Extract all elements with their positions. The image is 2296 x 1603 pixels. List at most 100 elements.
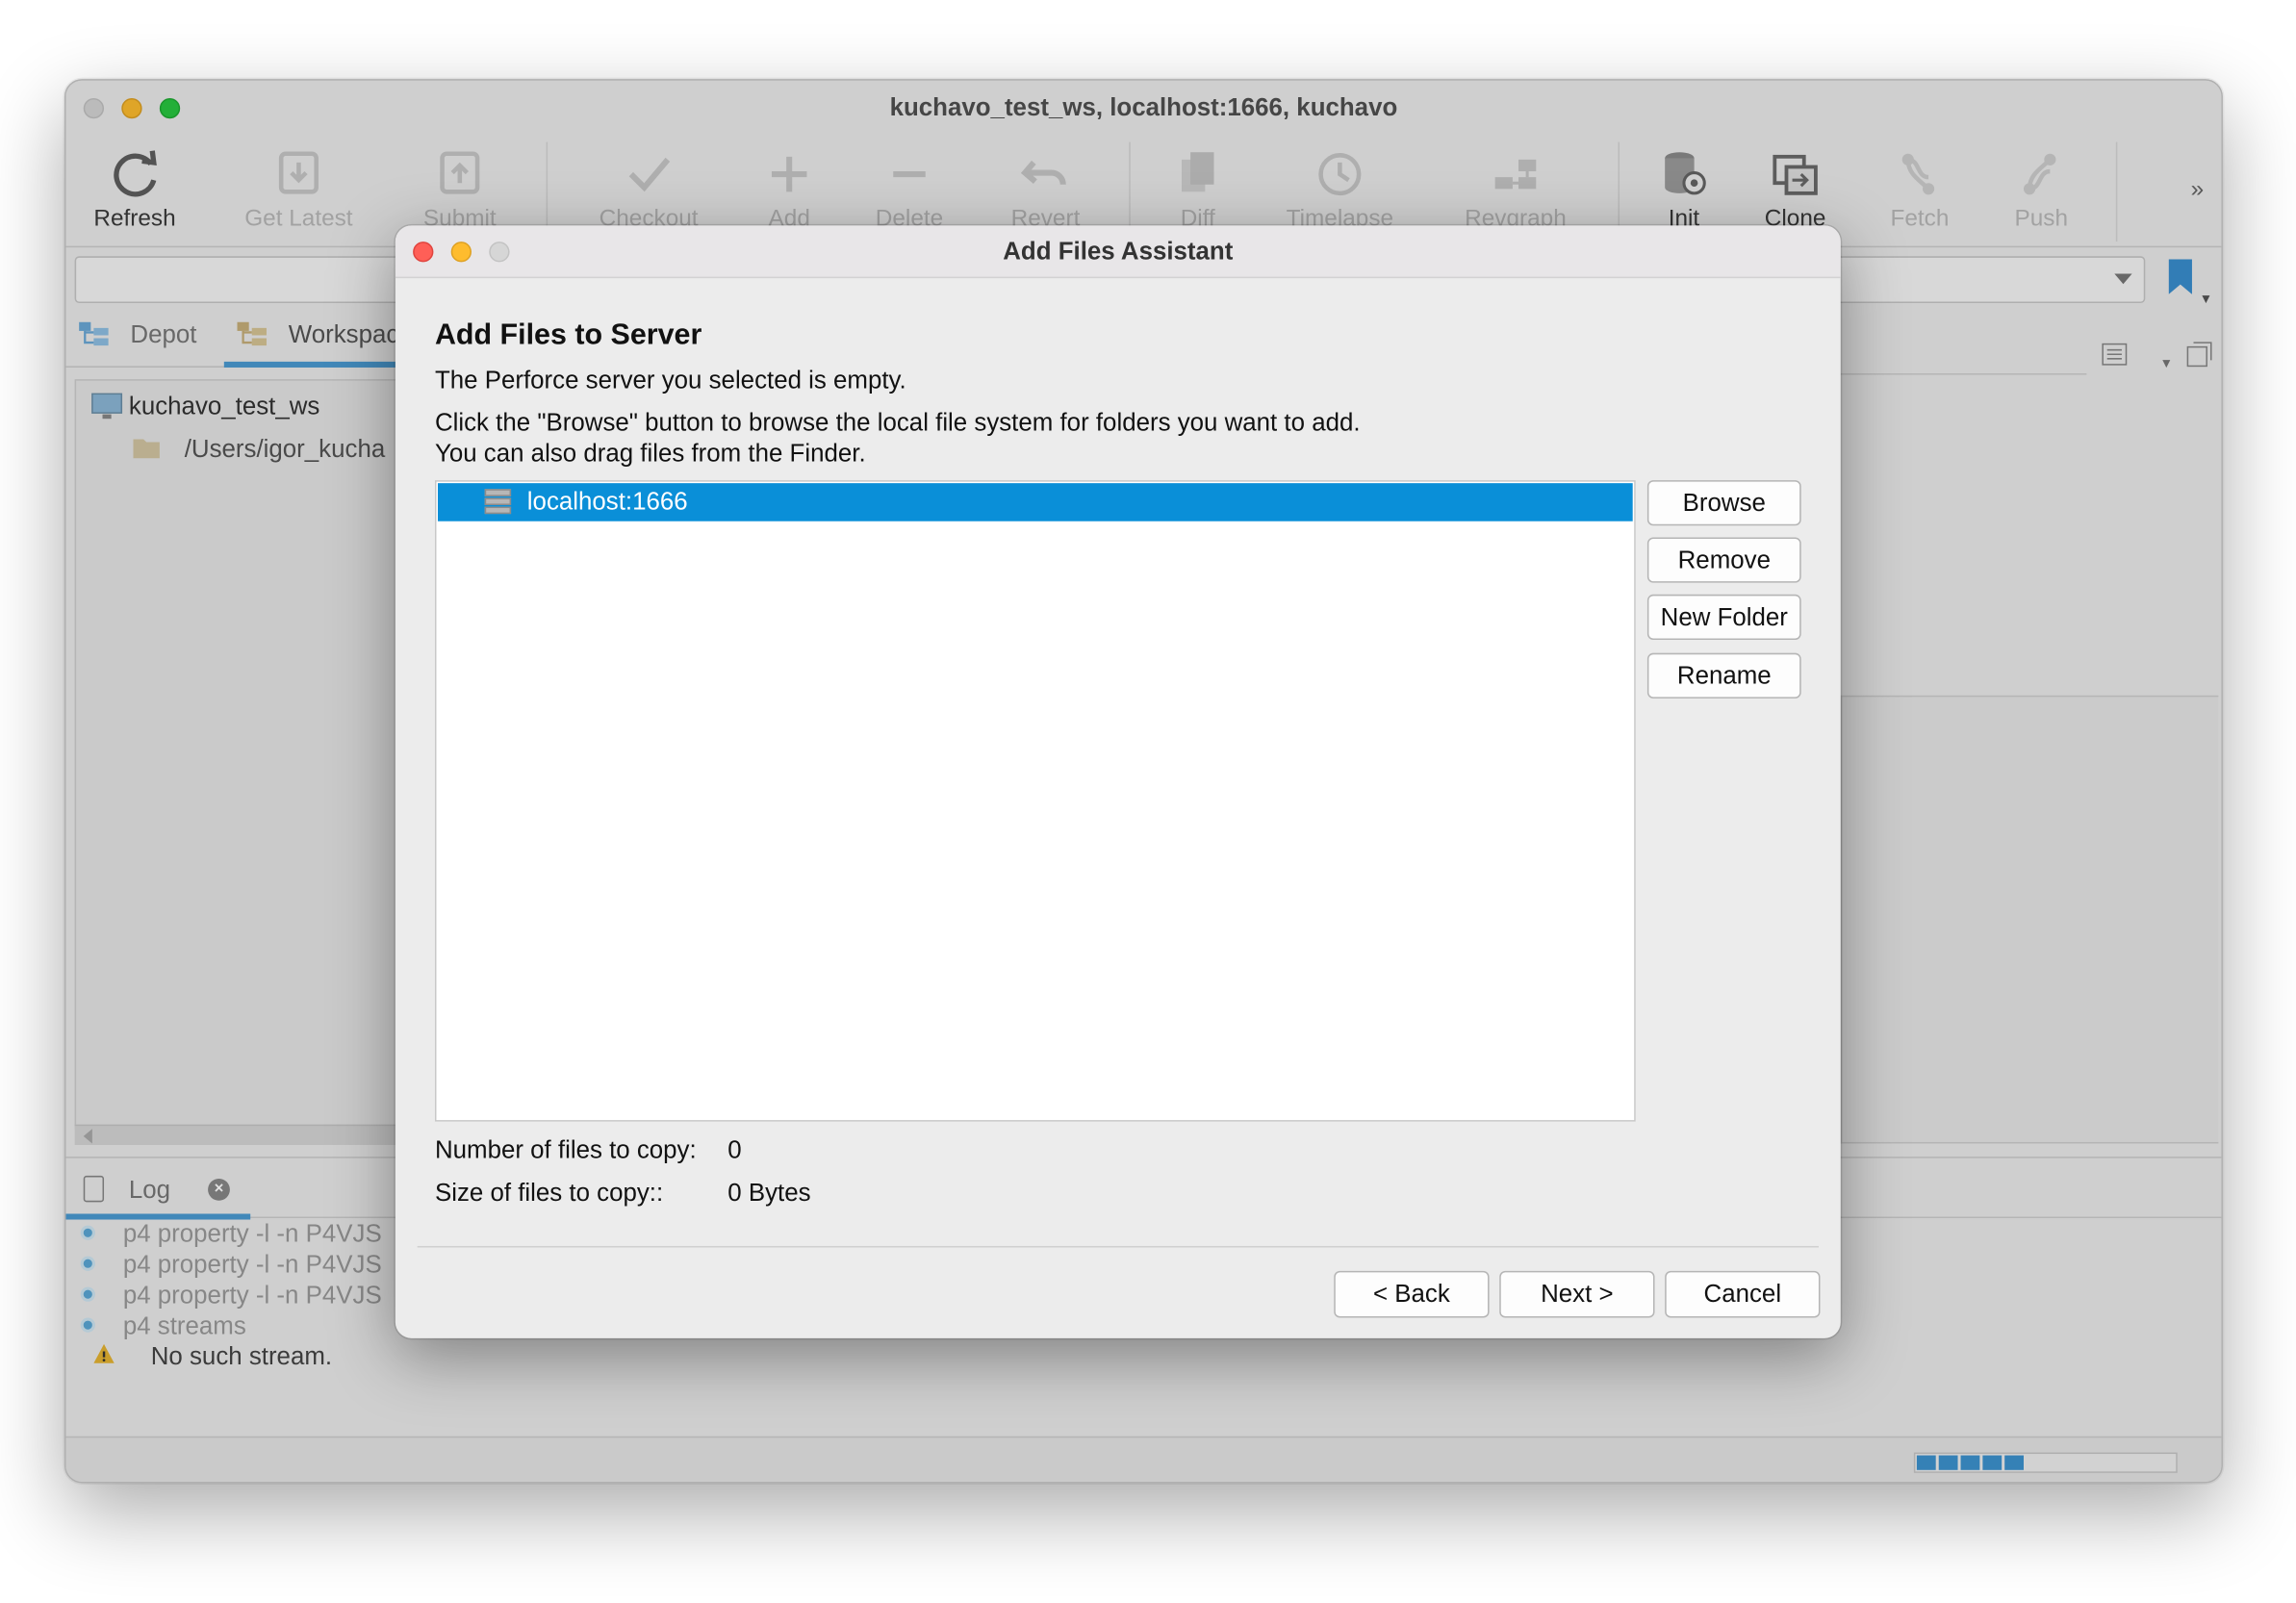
checkout-button[interactable]: Checkout	[583, 145, 715, 233]
status-bar	[65, 1436, 2222, 1482]
active-tab-indicator	[223, 361, 400, 368]
detach-pane-icon[interactable]	[2186, 342, 2212, 368]
chevron-down-icon	[2114, 273, 2132, 285]
toolbar-label: Fetch	[1890, 206, 1950, 232]
dialog-divider	[417, 1245, 1819, 1248]
info-icon	[80, 1286, 95, 1302]
remove-button[interactable]: Remove	[1646, 537, 1801, 583]
info-icon	[80, 1317, 95, 1333]
dialog-title-bar: Add Files Assistant	[395, 225, 1841, 279]
get-latest-icon	[278, 151, 319, 194]
toolbar-separator	[2115, 141, 2118, 242]
list-item-label: localhost:1666	[526, 487, 688, 516]
scroll-left-icon	[83, 1129, 92, 1144]
push-button[interactable]: Push	[1976, 145, 2107, 233]
submit-icon	[440, 151, 480, 194]
dialog-title: Add Files Assistant	[1003, 237, 1234, 266]
init-icon	[1665, 152, 1706, 195]
right-pane-divider	[1840, 373, 2087, 375]
refresh-button[interactable]: Refresh	[69, 145, 201, 233]
log-icon	[83, 1175, 105, 1203]
log-line: p4 property -l -n P4VJS	[122, 1250, 382, 1279]
add-files-dialog: Add Files Assistant Add Files to Server …	[395, 225, 1841, 1338]
list-view-icon[interactable]	[2102, 343, 2128, 366]
submit-button[interactable]: Submit	[394, 145, 525, 233]
cancel-button[interactable]: Cancel	[1665, 1270, 1821, 1318]
workspace-computer-icon	[91, 393, 123, 420]
log-line: p4 property -l -n P4VJS	[122, 1281, 382, 1310]
left-pane-tabs: Depot Workspac	[65, 312, 403, 368]
progress-segment	[1960, 1455, 1980, 1470]
server-icon	[484, 489, 512, 515]
bookmark-menu-caret[interactable]: ▼	[2200, 292, 2213, 306]
refresh-icon	[114, 150, 157, 197]
dialog-description: The Perforce server you selected is empt…	[434, 366, 906, 394]
rename-button[interactable]: Rename	[1646, 652, 1801, 699]
fetch-button[interactable]: Fetch	[1853, 145, 1985, 233]
delete-icon	[893, 171, 926, 178]
files-to-add-list[interactable]: localhost:1666	[434, 480, 1636, 1122]
bookmark-icon[interactable]	[2168, 259, 2192, 294]
progress-segment	[1916, 1455, 1936, 1470]
delete-button[interactable]: Delete	[843, 145, 975, 233]
title-bar: kuchavo_test_ws, localhost:1666, kuchavo	[65, 80, 2222, 137]
files-count-value: 0	[727, 1135, 742, 1164]
workspace-tree-icon	[237, 321, 267, 346]
activity-progress-bar	[1913, 1452, 2178, 1473]
fetch-icon	[1901, 153, 1935, 195]
warning-icon	[93, 1343, 115, 1363]
info-icon	[80, 1256, 95, 1271]
log-line: p4 property -l -n P4VJS	[122, 1219, 382, 1248]
add-icon	[771, 156, 807, 192]
clone-button[interactable]: Clone	[1729, 145, 1861, 233]
toolbar-overflow-button[interactable]: »	[2191, 177, 2205, 203]
revert-button[interactable]: Revert	[980, 145, 1111, 233]
dialog-heading: Add Files to Server	[434, 318, 702, 352]
get-latest-button[interactable]: Get Latest	[233, 145, 365, 233]
log-line: p4 streams	[122, 1311, 246, 1340]
push-icon	[2023, 153, 2056, 195]
toolbar-label: Push	[2014, 206, 2068, 232]
tab-depot[interactable]: Depot	[130, 320, 196, 349]
toolbar-label: Refresh	[93, 206, 176, 232]
tab-log[interactable]: Log	[129, 1176, 170, 1205]
details-panel	[1840, 695, 2219, 1144]
browse-button[interactable]: Browse	[1646, 480, 1801, 526]
revert-icon	[1020, 160, 1066, 186]
view-menu-caret[interactable]: ▼	[2160, 356, 2174, 370]
info-icon	[80, 1225, 95, 1240]
timelapse-icon	[1318, 153, 1362, 196]
diff-button[interactable]: Diff	[1132, 145, 1263, 233]
toolbar-label: Get Latest	[244, 206, 353, 232]
tab-workspace[interactable]: Workspac	[289, 320, 399, 349]
dialog-instructions-drag: You can also drag files from the Finder.	[434, 439, 866, 468]
progress-segment	[2004, 1455, 2024, 1470]
tree-workspace-node[interactable]: kuchavo_test_ws	[129, 393, 319, 421]
add-button[interactable]: Add	[724, 145, 855, 233]
back-button[interactable]: < Back	[1334, 1270, 1490, 1318]
list-item-selected[interactable]: localhost:1666	[437, 483, 1633, 522]
workspace-tree: kuchavo_test_ws /Users/igor_kucha	[74, 379, 403, 1130]
files-size-value: 0 Bytes	[727, 1178, 811, 1207]
tree-horizontal-scrollbar[interactable]	[74, 1124, 403, 1145]
folder-icon	[133, 439, 160, 459]
log-warning: No such stream.	[150, 1342, 333, 1371]
files-count-label: Number of files to copy:	[434, 1135, 697, 1164]
diff-icon	[1182, 152, 1214, 192]
window-title: kuchavo_test_ws, localhost:1666, kuchavo	[889, 93, 1398, 122]
timelapse-button[interactable]: Timelapse	[1274, 145, 1406, 233]
dialog-instructions: Click the "Browse" button to browse the …	[434, 408, 1361, 437]
right-pane: ▼	[1840, 342, 2219, 1144]
tree-root-folder[interactable]: /Users/igor_kucha	[185, 435, 385, 464]
revgraph-icon	[1494, 159, 1537, 190]
progress-segment	[1982, 1455, 2003, 1470]
progress-segment	[1938, 1455, 1958, 1470]
close-icon[interactable]: ×	[208, 1178, 230, 1201]
new-folder-button[interactable]: New Folder	[1646, 594, 1801, 640]
files-size-label: Size of files to copy::	[434, 1178, 664, 1207]
revgraph-button[interactable]: Revgraph	[1449, 145, 1581, 233]
checkout-icon	[628, 157, 671, 192]
clone-icon	[1773, 154, 1818, 195]
depot-tree-icon	[79, 321, 109, 346]
next-button[interactable]: Next >	[1499, 1270, 1655, 1318]
